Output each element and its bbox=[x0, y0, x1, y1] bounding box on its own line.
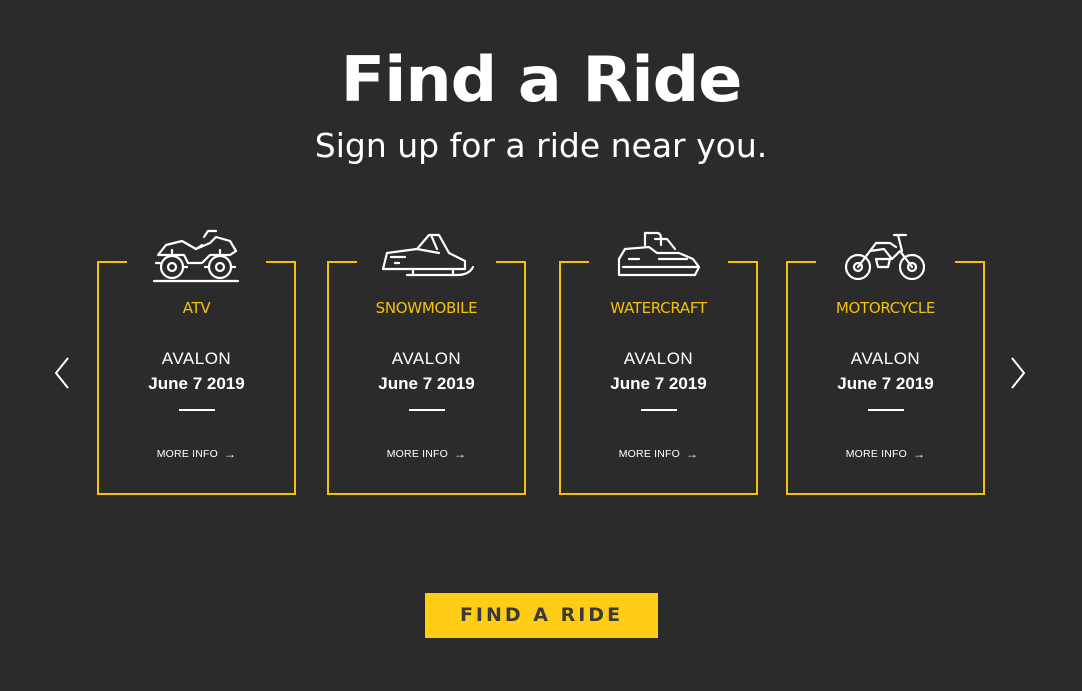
arrow-right-icon: → bbox=[686, 447, 699, 461]
arrow-right-icon: → bbox=[224, 447, 237, 461]
carousel-prev-button[interactable] bbox=[48, 352, 78, 394]
carousel-next-button[interactable] bbox=[1002, 352, 1032, 394]
snowmobile-icon bbox=[376, 223, 477, 293]
find-a-ride-button[interactable]: FIND A RIDE bbox=[425, 593, 658, 638]
card-category: SNOWMOBILE bbox=[375, 299, 478, 317]
card-location: AVALON bbox=[623, 349, 694, 368]
page-title: Find a Ride bbox=[340, 43, 743, 116]
card-divider bbox=[640, 409, 677, 411]
ride-card-atv: ATV AVALON June 7 2019 MORE INFO → bbox=[97, 223, 296, 495]
card-location: AVALON bbox=[391, 349, 462, 368]
card-category: WATERCRAFT bbox=[610, 299, 707, 317]
atv-icon bbox=[146, 223, 247, 293]
ride-card-snowmobile: SNOWMOBILE AVALON June 7 2019 MORE INFO → bbox=[327, 223, 526, 495]
motorcycle-icon bbox=[835, 223, 936, 293]
card-date: June 7 2019 bbox=[837, 374, 934, 393]
watercraft-icon bbox=[608, 223, 709, 293]
arrow-right-icon: → bbox=[454, 447, 467, 461]
card-divider bbox=[408, 409, 445, 411]
ride-card-motorcycle: MOTORCYCLE AVALON June 7 2019 MORE INFO → bbox=[786, 223, 985, 495]
card-date: June 7 2019 bbox=[148, 374, 245, 393]
more-info-link[interactable]: MORE INFO → bbox=[99, 447, 294, 461]
chevron-left-icon bbox=[54, 357, 69, 389]
card-divider bbox=[867, 409, 904, 411]
page-subtitle: Sign up for a ride near you. bbox=[314, 126, 768, 165]
card-date: June 7 2019 bbox=[378, 374, 475, 393]
chevron-right-icon bbox=[1011, 357, 1026, 389]
card-divider bbox=[178, 409, 215, 411]
ride-card-watercraft: WATERCRAFT AVALON June 7 2019 MORE INFO → bbox=[559, 223, 758, 495]
more-info-link[interactable]: MORE INFO → bbox=[788, 447, 983, 461]
card-date: June 7 2019 bbox=[610, 374, 707, 393]
card-category: ATV bbox=[182, 299, 211, 317]
card-category: MOTORCYCLE bbox=[835, 299, 936, 317]
more-info-link[interactable]: MORE INFO → bbox=[329, 447, 524, 461]
card-location: AVALON bbox=[161, 349, 232, 368]
card-location: AVALON bbox=[850, 349, 921, 368]
arrow-right-icon: → bbox=[913, 447, 926, 461]
more-info-link[interactable]: MORE INFO → bbox=[561, 447, 756, 461]
